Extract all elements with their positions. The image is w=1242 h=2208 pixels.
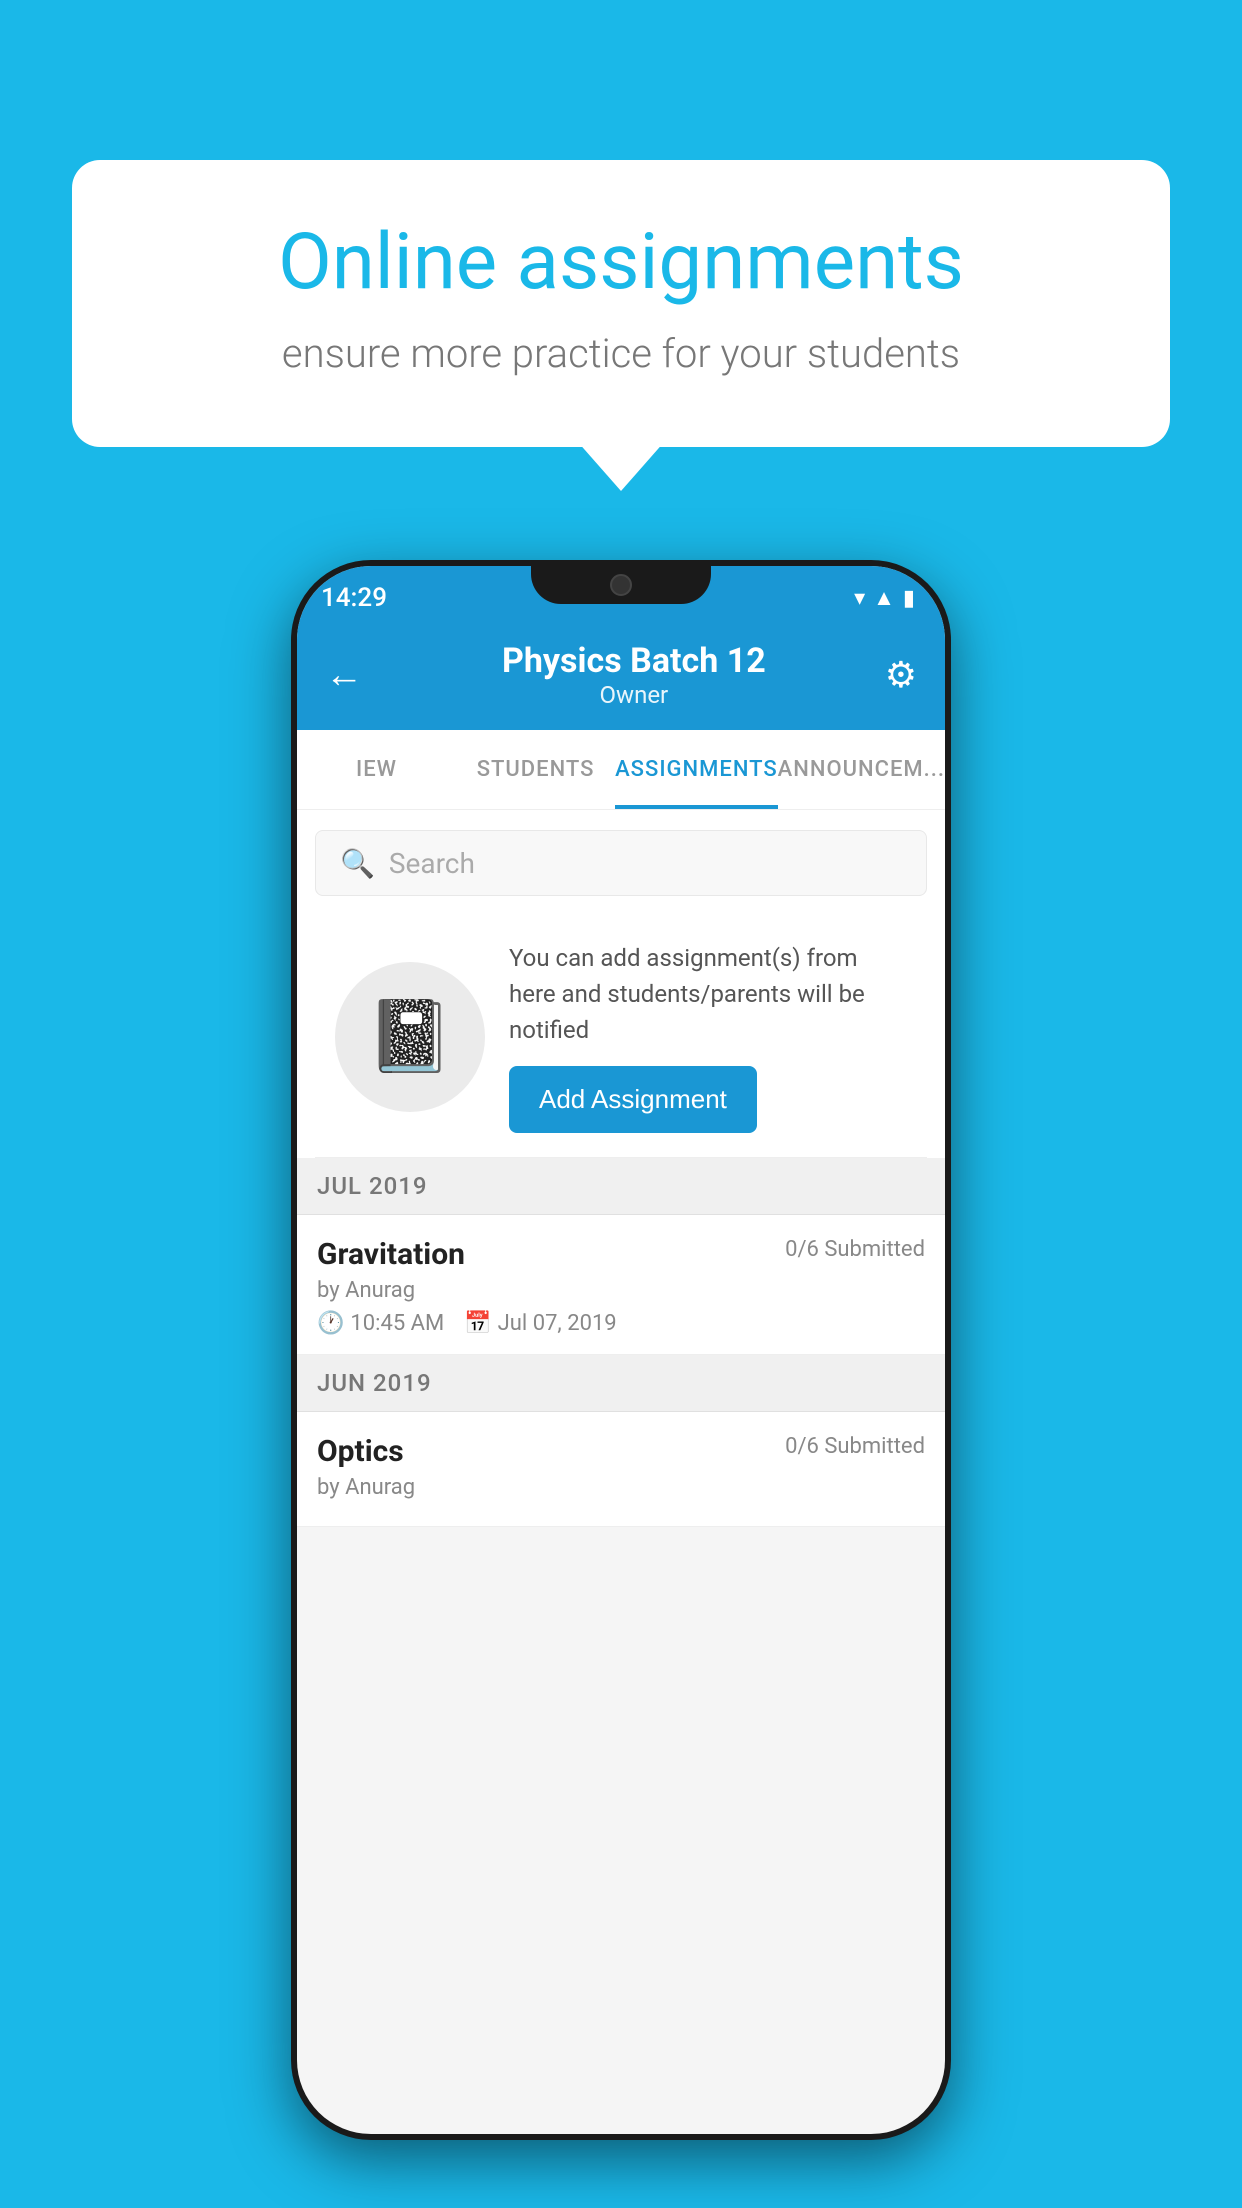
month-header-jun: JUN 2019 (297, 1355, 945, 1412)
assignment-header-optics: Optics 0/6 Submitted (317, 1434, 925, 1469)
promo-icon-circle: 📓 (335, 962, 485, 1112)
status-time: 14:29 (321, 583, 387, 613)
tabs-bar: IEW STUDENTS ASSIGNMENTS ANNOUNCEM... (297, 730, 945, 810)
notebook-icon: 📓 (366, 996, 453, 1078)
month-header-jul: JUL 2019 (297, 1158, 945, 1215)
tab-assignments[interactable]: ASSIGNMENTS (615, 730, 778, 809)
assignment-by-optics: by Anurag (317, 1475, 925, 1500)
tab-iew[interactable]: IEW (297, 730, 456, 809)
assignment-title-optics: Optics (317, 1434, 404, 1469)
clock-icon: 🕐 (317, 1311, 344, 1336)
tab-students[interactable]: STUDENTS (456, 730, 615, 809)
battery-icon: ▮ (903, 586, 915, 611)
speech-bubble-title: Online assignments (142, 220, 1100, 306)
status-icons: ▾ ▲ ▮ (854, 585, 915, 611)
assignment-submitted: 0/6 Submitted (785, 1237, 925, 1262)
assignment-meta: 🕐 10:45 AM 📅 Jul 07, 2019 (317, 1311, 925, 1336)
assignment-by: by Anurag (317, 1278, 925, 1303)
phone-camera (610, 574, 632, 596)
app-bar: ← Physics Batch 12 Owner ⚙ (297, 620, 945, 730)
add-assignment-button[interactable]: Add Assignment (509, 1066, 757, 1133)
promo-content: You can add assignment(s) from here and … (509, 940, 907, 1133)
promo-box: 📓 You can add assignment(s) from here an… (315, 916, 927, 1158)
assignment-date: 📅 Jul 07, 2019 (464, 1311, 616, 1336)
app-bar-subtitle: Owner (383, 681, 885, 709)
tab-announcements[interactable]: ANNOUNCEM... (778, 730, 945, 809)
phone-notch (531, 560, 711, 604)
assignment-item-optics[interactable]: Optics 0/6 Submitted by Anurag (297, 1412, 945, 1527)
wifi-icon: ▾ (854, 586, 865, 611)
assignment-title: Gravitation (317, 1237, 465, 1272)
promo-text: You can add assignment(s) from here and … (509, 940, 907, 1048)
calendar-icon: 📅 (464, 1311, 491, 1336)
phone-outer: 14:29 ▾ ▲ ▮ ← Physics Batch 12 Owner ⚙ (291, 560, 951, 2140)
phone-wrapper: 14:29 ▾ ▲ ▮ ← Physics Batch 12 Owner ⚙ (291, 560, 951, 2140)
back-button[interactable]: ← (325, 653, 363, 697)
app-bar-title: Physics Batch 12 (383, 641, 885, 681)
assignment-submitted-optics: 0/6 Submitted (785, 1434, 925, 1459)
assignment-header: Gravitation 0/6 Submitted (317, 1237, 925, 1272)
content-area: 🔍 Search 📓 You can add assignment(s) fro… (297, 810, 945, 1527)
speech-bubble-container: Online assignments ensure more practice … (72, 160, 1170, 447)
app-bar-title-group: Physics Batch 12 Owner (383, 641, 885, 709)
speech-bubble: Online assignments ensure more practice … (72, 160, 1170, 447)
search-bar[interactable]: 🔍 Search (315, 830, 927, 896)
signal-icon: ▲ (873, 585, 895, 611)
assignment-time: 🕐 10:45 AM (317, 1311, 444, 1336)
search-icon: 🔍 (340, 847, 375, 880)
assignment-item-gravitation[interactable]: Gravitation 0/6 Submitted by Anurag 🕐 10… (297, 1215, 945, 1355)
settings-icon[interactable]: ⚙ (885, 654, 917, 696)
search-placeholder: Search (389, 847, 475, 880)
speech-bubble-subtitle: ensure more practice for your students (142, 330, 1100, 377)
phone-screen: 14:29 ▾ ▲ ▮ ← Physics Batch 12 Owner ⚙ (297, 566, 945, 2134)
